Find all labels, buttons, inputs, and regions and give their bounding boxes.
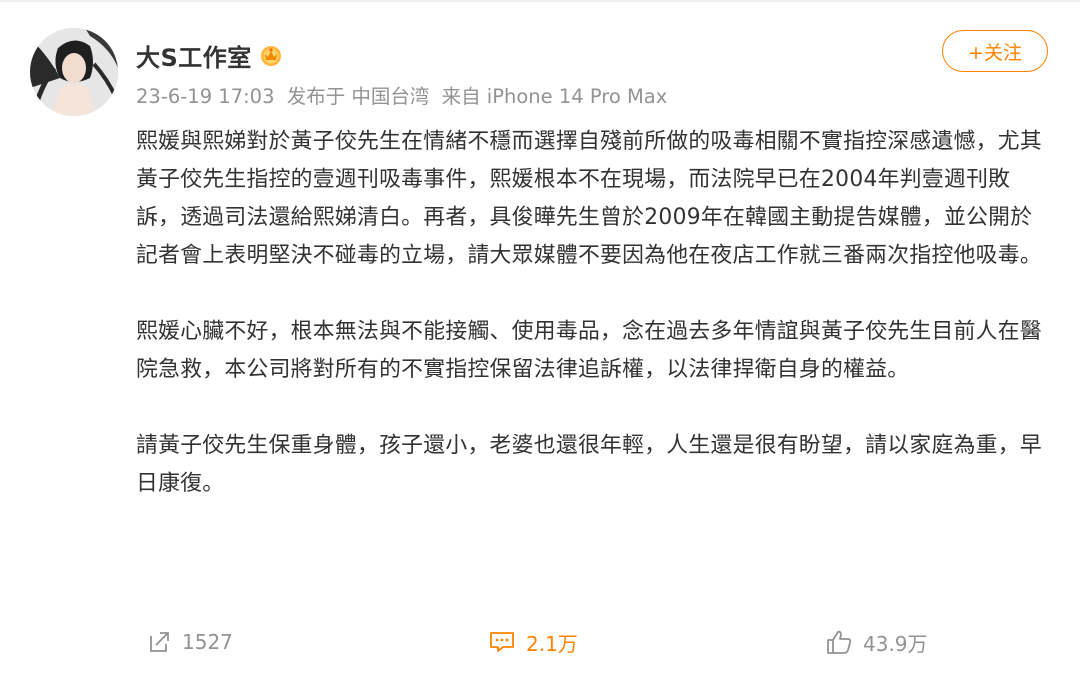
avatar-image — [30, 28, 118, 116]
comment-icon — [488, 629, 516, 655]
action-bar: 1527 2.1万 43.9万 — [0, 620, 1080, 664]
repost-icon — [146, 629, 172, 655]
thumbs-up-icon — [825, 628, 853, 656]
content-paragraph: 熙媛與熙娣對於黃子佼先生在情緒不穩而選擇自殘前所做的吸毒相關不實指控深感遺憾，尤… — [136, 129, 1042, 268]
author-row: 大S工作室 — [136, 38, 284, 72]
content-paragraph: 請黃子佼先生保重身體，孩子還小，老婆也還很年輕，人生還是很有盼望，請以家庭為重，… — [136, 433, 1042, 496]
repost-button[interactable]: 1527 — [146, 620, 233, 664]
avatar[interactable] — [30, 28, 118, 116]
post-meta: 23-6-19 17:03 发布于 中国台湾 来自 iPhone 14 Pro … — [136, 80, 673, 109]
post-location: 发布于 中国台湾 — [286, 85, 430, 108]
vip-crown-icon[interactable] — [258, 42, 284, 68]
follow-button[interactable]: +关注 — [942, 30, 1048, 72]
weibo-post-card: 大S工作室 23-6-19 17:03 发布于 中国台湾 来自 iPhone 1… — [0, 0, 1080, 674]
post-time[interactable]: 23-6-19 17:03 — [136, 85, 275, 108]
comment-count: 2.1万 — [526, 631, 578, 656]
repost-count: 1527 — [182, 630, 233, 654]
comment-button[interactable]: 2.1万 — [488, 620, 578, 664]
post-content: 熙媛與熙娣對於黃子佼先生在情緒不穩而選擇自殘前所做的吸毒相關不實指控深感遺憾，尤… — [136, 123, 1051, 503]
content-paragraph: 熙媛心臟不好，根本無法與不能接觸、使用毒品，念在過去多年情誼與黃子佼先生目前人在… — [136, 319, 1042, 382]
like-button[interactable]: 43.9万 — [825, 620, 928, 664]
divider — [0, 0, 1080, 2]
post-source: 来自 iPhone 14 Pro Max — [441, 85, 668, 108]
like-count: 43.9万 — [863, 631, 928, 656]
author-name[interactable]: 大S工作室 — [136, 38, 252, 73]
